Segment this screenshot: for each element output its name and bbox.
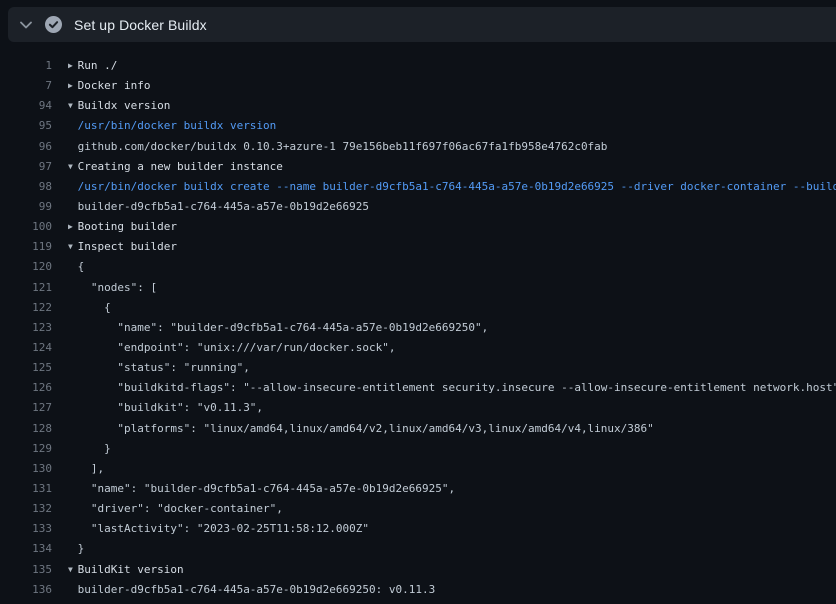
log-line: 127 "buildkit": "v0.11.3",: [0, 398, 836, 418]
step-title: Set up Docker Buildx: [74, 17, 207, 33]
log-line: 125 "status": "running",: [0, 358, 836, 378]
line-number[interactable]: 127: [0, 398, 52, 418]
output-text: "buildkitd-flags": "--allow-insecure-ent…: [78, 381, 836, 394]
output-text: "nodes": [: [78, 281, 157, 294]
log-line: 95/usr/bin/docker buildx version: [0, 116, 836, 136]
line-number[interactable]: 134: [0, 539, 52, 559]
output-text: {: [78, 301, 111, 314]
output-text: "status": "running",: [78, 361, 250, 374]
log-line: 130 ],: [0, 459, 836, 479]
output-text: ],: [78, 462, 105, 475]
output-text: }: [78, 442, 111, 455]
line-number[interactable]: 1: [0, 56, 52, 76]
line-number[interactable]: 129: [0, 439, 52, 459]
chevron-down-icon[interactable]: ▼: [68, 157, 78, 177]
output-text: "buildkit": "v0.11.3",: [78, 401, 263, 414]
output-text: "name": "builder-d9cfb5a1-c764-445a-a57e…: [78, 321, 489, 334]
output-text: "endpoint": "unix:///var/run/docker.sock…: [78, 341, 396, 354]
line-number[interactable]: 135: [0, 560, 52, 580]
log-line: 134}: [0, 539, 836, 559]
line-number[interactable]: 126: [0, 378, 52, 398]
group-title[interactable]: Docker info: [78, 79, 151, 92]
line-number[interactable]: 133: [0, 519, 52, 539]
chevron-down-icon[interactable]: ▼: [68, 560, 78, 580]
log-line: 126 "buildkitd-flags": "--allow-insecure…: [0, 378, 836, 398]
group-title[interactable]: Run ./: [78, 59, 118, 72]
log-line: 94 ▼Buildx version: [0, 96, 836, 116]
log-line: 97 ▼Creating a new builder instance: [0, 157, 836, 177]
output-text: builder-d9cfb5a1-c764-445a-a57e-0b19d2e6…: [78, 583, 436, 596]
line-number[interactable]: 136: [0, 580, 52, 600]
line-number[interactable]: 94: [0, 96, 52, 116]
log-line: 99 builder-d9cfb5a1-c764-445a-a57e-0b19d2…: [0, 197, 836, 217]
log-line: 119 ▼Inspect builder: [0, 237, 836, 257]
log-line: 121 "nodes": [: [0, 278, 836, 298]
line-number[interactable]: 120: [0, 257, 52, 277]
output-text: "platforms": "linux/amd64,linux/amd64/v2…: [78, 422, 654, 435]
line-number[interactable]: 130: [0, 459, 52, 479]
output-text: }: [78, 542, 85, 555]
chevron-down-icon[interactable]: ▼: [68, 96, 78, 116]
log-line: 132 "driver": "docker-container",: [0, 499, 836, 519]
output-text: "lastActivity": "2023-02-25T11:58:12.000…: [78, 522, 369, 535]
output-text: {: [78, 260, 85, 273]
log-line: 135 ▼BuildKit version: [0, 560, 836, 580]
log-line: 136 builder-d9cfb5a1-c764-445a-a57e-0b19d…: [0, 580, 836, 600]
log-viewer: 1▶Run ./7▶Docker info94▼Buildx version95…: [0, 42, 836, 604]
chevron-right-icon[interactable]: ▶: [68, 217, 78, 237]
line-number[interactable]: 98: [0, 177, 52, 197]
line-number[interactable]: 132: [0, 499, 52, 519]
line-number[interactable]: 7: [0, 76, 52, 96]
group-title[interactable]: Booting builder: [78, 220, 177, 233]
output-text: github.com/docker/buildx 0.10.3+azure-1 …: [78, 140, 608, 153]
line-number[interactable]: 119: [0, 237, 52, 257]
chevron-down-icon[interactable]: [8, 21, 44, 29]
log-line: 96 github.com/docker/buildx 0.10.3+azure-…: [0, 137, 836, 157]
line-number[interactable]: 128: [0, 419, 52, 439]
log-line: 122 {: [0, 298, 836, 318]
group-title[interactable]: BuildKit version: [78, 563, 184, 576]
output-text: "name": "builder-d9cfb5a1-c764-445a-a57e…: [78, 482, 456, 495]
log-line: 7 ▶Docker info: [0, 76, 836, 96]
line-number[interactable]: 125: [0, 358, 52, 378]
chevron-right-icon[interactable]: ▶: [68, 56, 78, 76]
line-number[interactable]: 95: [0, 116, 52, 136]
chevron-down-icon[interactable]: ▼: [68, 237, 78, 257]
log-line: 124 "endpoint": "unix:///var/run/docker.…: [0, 338, 836, 358]
group-title[interactable]: Creating a new builder instance: [78, 160, 283, 173]
group-title[interactable]: Inspect builder: [78, 240, 177, 253]
line-number[interactable]: 124: [0, 338, 52, 358]
group-title[interactable]: Buildx version: [78, 99, 171, 112]
log-line: 129 }: [0, 439, 836, 459]
output-text: "driver": "docker-container",: [78, 502, 283, 515]
line-number[interactable]: 100: [0, 217, 52, 237]
status-check-circle-icon: [44, 16, 62, 34]
log-line: 100 ▶Booting builder: [0, 217, 836, 237]
line-number[interactable]: 99: [0, 197, 52, 217]
line-number[interactable]: 131: [0, 479, 52, 499]
line-number[interactable]: 97: [0, 157, 52, 177]
line-number[interactable]: 96: [0, 137, 52, 157]
line-number[interactable]: 123: [0, 318, 52, 338]
log-line: 98/usr/bin/docker buildx create --name b…: [0, 177, 836, 197]
step-header[interactable]: Set up Docker Buildx: [8, 7, 836, 42]
chevron-right-icon[interactable]: ▶: [68, 76, 78, 96]
command-text: /usr/bin/docker buildx version: [78, 119, 277, 132]
log-line: 128 "platforms": "linux/amd64,linux/amd6…: [0, 419, 836, 439]
command-text: /usr/bin/docker buildx create --name bui…: [78, 180, 836, 193]
log-line: 133 "lastActivity": "2023-02-25T11:58:12…: [0, 519, 836, 539]
output-text: builder-d9cfb5a1-c764-445a-a57e-0b19d2e6…: [78, 200, 369, 213]
line-number[interactable]: 122: [0, 298, 52, 318]
log-line: 131 "name": "builder-d9cfb5a1-c764-445a-…: [0, 479, 836, 499]
log-line: 1 ▶Run ./: [0, 56, 836, 76]
line-number[interactable]: 121: [0, 278, 52, 298]
log-line: 120 {: [0, 257, 836, 277]
log-line: 123 "name": "builder-d9cfb5a1-c764-445a-…: [0, 318, 836, 338]
